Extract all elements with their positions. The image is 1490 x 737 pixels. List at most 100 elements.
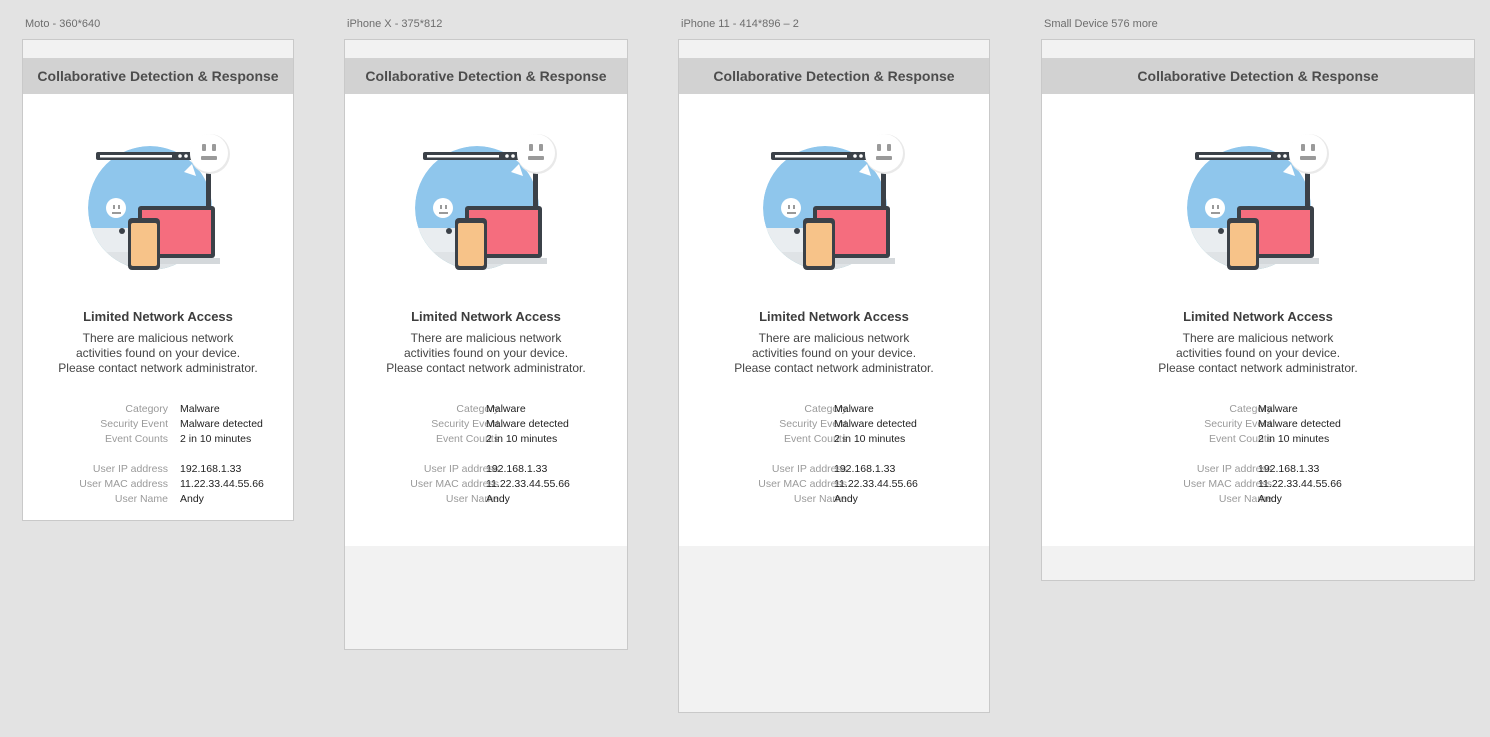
description: There are malicious network activities f… bbox=[679, 331, 989, 376]
page-title: Limited Network Access bbox=[411, 309, 561, 324]
details-table: Category Malware Security Event Malware de… bbox=[679, 403, 989, 508]
detail-label: Category bbox=[1229, 403, 1272, 415]
description-line: activities found on your device. bbox=[751, 346, 917, 360]
header-bar: Collaborative Detection & Response bbox=[1042, 58, 1474, 94]
details-spacer bbox=[23, 448, 293, 463]
detail-value: 11.22.33.44.55.66 bbox=[1258, 478, 1342, 490]
page-title: Limited Network Access bbox=[759, 309, 909, 324]
detail-label: Security Event bbox=[431, 418, 499, 430]
detail-value: Malware detected bbox=[180, 418, 263, 430]
detail-label: User IP address bbox=[92, 463, 168, 475]
detail-row-event-counts: Event Counts 2 in 10 minutes bbox=[23, 433, 293, 448]
devices-network-illustration-icon bbox=[88, 134, 230, 270]
detail-row-security-event: Security Event Malware detected bbox=[679, 418, 989, 433]
detail-value: 2 in 10 minutes bbox=[1258, 433, 1330, 445]
devices-network-illustration-icon bbox=[415, 134, 557, 270]
detail-value: 192.168.1.33 bbox=[834, 463, 896, 475]
detail-row-event-counts: Event Counts 2 in 10 minutes bbox=[345, 433, 627, 448]
device-screen: Collaborative Detection & Response Limit… bbox=[345, 58, 627, 546]
header-bar: Collaborative Detection & Response bbox=[345, 58, 627, 94]
artboard-label: Moto - 360*640 bbox=[25, 18, 101, 30]
detail-label: User MAC address bbox=[79, 478, 168, 490]
detail-row-event-counts: Event Counts 2 in 10 minutes bbox=[679, 433, 989, 448]
description-line: activities found on your device. bbox=[1175, 346, 1341, 360]
details-table: Category Malware Security Event Malware de… bbox=[1042, 403, 1474, 508]
artboard-iphone-11[interactable]: Collaborative Detection & Response Limit… bbox=[678, 39, 990, 713]
header-title: Collaborative Detection & Response bbox=[1137, 68, 1379, 84]
detail-label: User MAC address bbox=[410, 478, 499, 490]
details-spacer bbox=[1042, 448, 1474, 463]
device-screen: Collaborative Detection & Response Limit… bbox=[679, 58, 989, 546]
detail-row-user-mac: User MAC address 11.22.33.44.55.66 bbox=[1042, 478, 1474, 493]
detail-label: Security Event bbox=[779, 418, 847, 430]
detail-label: Event Counts bbox=[1208, 433, 1272, 445]
details-spacer bbox=[679, 448, 989, 463]
description-line: Please contact network administrator. bbox=[1158, 361, 1358, 375]
detail-row-security-event: Security Event Malware detected bbox=[23, 418, 293, 433]
description-line: There are malicious network bbox=[1182, 331, 1334, 345]
detail-row-security-event: Security Event Malware detected bbox=[345, 418, 627, 433]
detail-value: Malware bbox=[1258, 403, 1298, 415]
artboard-moto[interactable]: Collaborative Detection & Response Limit… bbox=[22, 39, 294, 521]
detail-row-user-mac: User MAC address 11.22.33.44.55.66 bbox=[679, 478, 989, 493]
detail-label: User IP address bbox=[423, 463, 499, 475]
detail-label: Category bbox=[125, 403, 168, 415]
detail-value: Andy bbox=[834, 493, 858, 505]
detail-value: Andy bbox=[180, 493, 204, 505]
detail-value: Malware detected bbox=[834, 418, 917, 430]
detail-value: Malware detected bbox=[486, 418, 569, 430]
header-title: Collaborative Detection & Response bbox=[37, 68, 279, 84]
detail-label: User MAC address bbox=[1183, 478, 1272, 490]
detail-value: 192.168.1.33 bbox=[1258, 463, 1320, 475]
detail-label: User IP address bbox=[771, 463, 847, 475]
detail-label: Event Counts bbox=[104, 433, 168, 445]
detail-row-category: Category Malware bbox=[679, 403, 989, 418]
detail-label: User Name bbox=[793, 493, 847, 505]
description-line: Please contact network administrator. bbox=[386, 361, 586, 375]
page-title: Limited Network Access bbox=[1183, 309, 1333, 324]
detail-row-user-ip: User IP address 192.168.1.33 bbox=[23, 463, 293, 478]
details-spacer bbox=[345, 448, 627, 463]
detail-label: Security Event bbox=[1204, 418, 1272, 430]
artboard-small-device[interactable]: Collaborative Detection & Response Limit… bbox=[1041, 39, 1475, 581]
description-line: Please contact network administrator. bbox=[58, 361, 258, 375]
detail-value: 192.168.1.33 bbox=[180, 463, 242, 475]
detail-label: Category bbox=[804, 403, 847, 415]
detail-value: 11.22.33.44.55.66 bbox=[180, 478, 264, 490]
detail-row-user-mac: User MAC address 11.22.33.44.55.66 bbox=[23, 478, 293, 493]
header-title: Collaborative Detection & Response bbox=[365, 68, 607, 84]
details-table: Category Malware Security Event Malware de… bbox=[23, 403, 293, 508]
artboard-iphone-x[interactable]: Collaborative Detection & Response Limit… bbox=[344, 39, 628, 650]
description-line: There are malicious network bbox=[758, 331, 910, 345]
detail-value: 11.22.33.44.55.66 bbox=[486, 478, 570, 490]
detail-row-security-event: Security Event Malware detected bbox=[1042, 418, 1474, 433]
detail-row-category: Category Malware bbox=[345, 403, 627, 418]
detail-value: Malware bbox=[834, 403, 874, 415]
detail-label: User Name bbox=[445, 493, 499, 505]
header-title: Collaborative Detection & Response bbox=[713, 68, 955, 84]
detail-value: Malware bbox=[180, 403, 220, 415]
page-title: Limited Network Access bbox=[83, 309, 233, 324]
detail-value: Malware detected bbox=[1258, 418, 1341, 430]
device-screen: Collaborative Detection & Response Limit… bbox=[1042, 58, 1474, 546]
detail-row-user-name: User Name Andy bbox=[345, 493, 627, 508]
detail-value: Andy bbox=[486, 493, 510, 505]
detail-value: 2 in 10 minutes bbox=[180, 433, 252, 445]
detail-label: Event Counts bbox=[435, 433, 499, 445]
detail-row-user-ip: User IP address 192.168.1.33 bbox=[345, 463, 627, 478]
detail-row-user-name: User Name Andy bbox=[679, 493, 989, 508]
header-bar: Collaborative Detection & Response bbox=[23, 58, 293, 94]
description-line: activities found on your device. bbox=[75, 346, 241, 360]
artboard-label: Small Device 576 more bbox=[1044, 18, 1158, 30]
detail-label: Security Event bbox=[100, 418, 168, 430]
description: There are malicious network activities f… bbox=[1042, 331, 1474, 376]
description-line: There are malicious network bbox=[410, 331, 562, 345]
detail-row-user-name: User Name Andy bbox=[23, 493, 293, 508]
device-screen: Collaborative Detection & Response Limit… bbox=[23, 58, 293, 520]
devices-network-illustration-icon bbox=[763, 134, 905, 270]
detail-row-user-name: User Name Andy bbox=[1042, 493, 1474, 508]
detail-value: 2 in 10 minutes bbox=[486, 433, 558, 445]
description: There are malicious network activities f… bbox=[345, 331, 627, 376]
artboard-label: iPhone 11 - 414*896 – 2 bbox=[681, 18, 799, 30]
detail-label: User MAC address bbox=[758, 478, 847, 490]
